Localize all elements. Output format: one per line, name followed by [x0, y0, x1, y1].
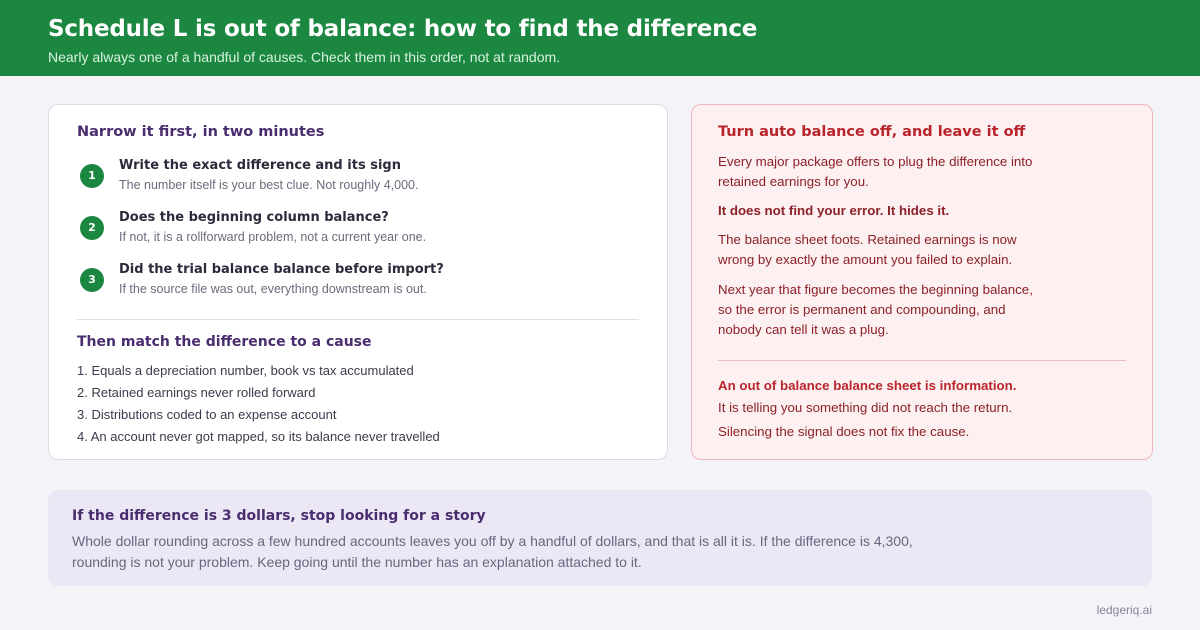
step-description: The number itself is your best clue. Not…: [119, 178, 419, 192]
page-subtitle: Nearly always one of a handful of causes…: [48, 49, 561, 65]
causes-list: 1. Equals a depreciation number, book vs…: [77, 360, 639, 448]
causes-heading: Then match the difference to a cause: [77, 334, 372, 350]
step-title: Write the exact difference and its sign: [119, 158, 401, 173]
step-item: 1 Write the exact difference and its sig…: [77, 157, 639, 193]
banner-text: Whole dollar rounding across a few hundr…: [72, 533, 913, 570]
step-number-badge: 1: [80, 164, 104, 188]
narrow-it-first-card: Narrow it first, in two minutes 1 Write …: [48, 104, 668, 460]
step-title: Did the trial balance balance before imp…: [119, 262, 444, 277]
warning-heading: Turn auto balance off, and leave it off: [718, 124, 1026, 140]
step-item: 3 Did the trial balance balance before i…: [77, 261, 639, 297]
step-item: 2 Does the beginning column balance? If …: [77, 209, 639, 245]
step-description: If the source file was out, everything d…: [119, 282, 427, 296]
step-description: If not, it is a rollforward problem, not…: [119, 230, 427, 244]
banner-heading: If the difference is 3 dollars, stop loo…: [72, 508, 486, 524]
section-divider: [718, 360, 1126, 361]
narrow-heading: Narrow it first, in two minutes: [77, 124, 325, 140]
section-divider: [77, 319, 639, 320]
cause-item: 1. Equals a depreciation number, book vs…: [77, 363, 414, 378]
warning-paragraph: Next year that figure becomes the beginn…: [718, 282, 1033, 337]
cause-item: 3. Distributions coded to an expense acc…: [77, 407, 337, 422]
brand-footer: ledgeriq.ai: [1096, 603, 1152, 617]
warning-paragraph: The balance sheet foots. Retained earnin…: [718, 232, 1017, 267]
step-title: Does the beginning column balance?: [119, 210, 389, 225]
page-title: Schedule L is out of balance: how to fin…: [48, 16, 758, 42]
step-number-badge: 3: [80, 268, 104, 292]
page-header: Schedule L is out of balance: how to fin…: [0, 0, 1200, 76]
warning-paragraph: Every major package offers to plug the d…: [718, 154, 1033, 189]
cause-item: 4. An account never got mapped, so its b…: [77, 429, 440, 444]
rounding-note-banner: If the difference is 3 dollars, stop loo…: [48, 490, 1152, 586]
warning-emphasis: It does not find your error. It hides it…: [718, 203, 950, 218]
step-number-badge: 2: [80, 216, 104, 240]
auto-balance-warning-card: Turn auto balance off, and leave it off …: [691, 104, 1153, 460]
information-line: It is telling you something did not reac…: [718, 400, 1013, 415]
cause-item: 2. Retained earnings never rolled forwar…: [77, 385, 316, 400]
information-emphasis: An out of balance balance sheet is infor…: [718, 378, 1017, 393]
information-line: Silencing the signal does not fix the ca…: [718, 424, 970, 439]
